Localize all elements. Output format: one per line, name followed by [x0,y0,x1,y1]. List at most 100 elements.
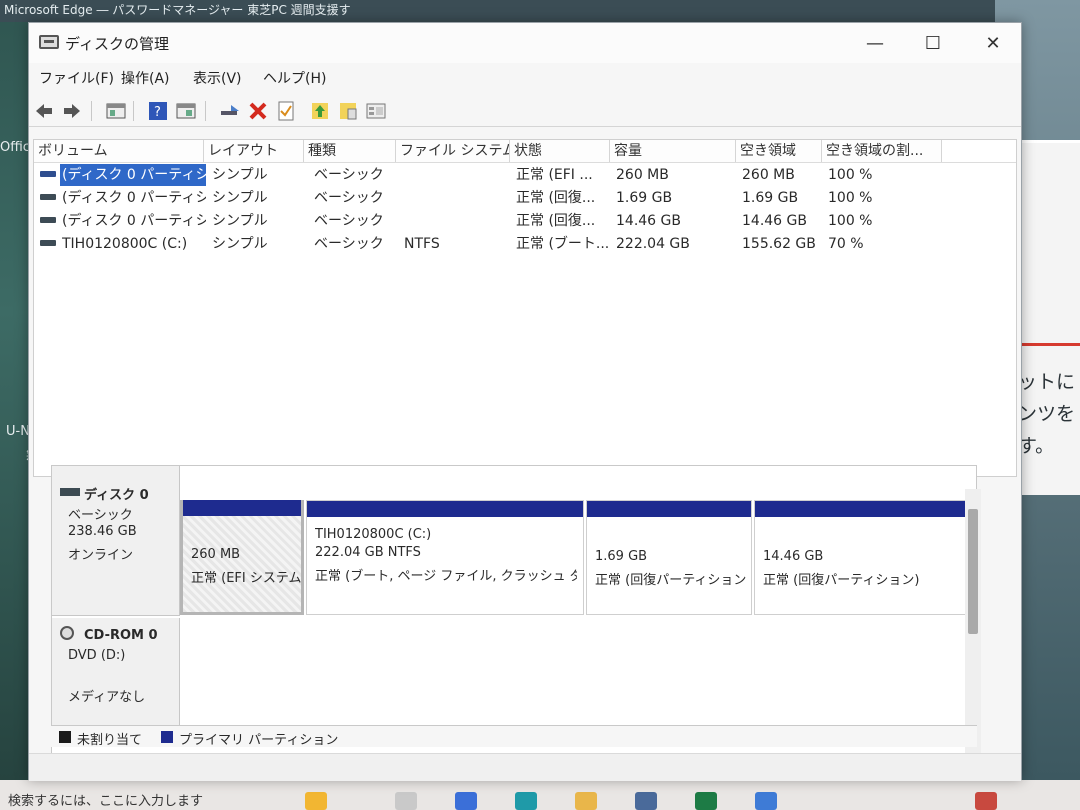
cell-layout: シンプル [212,167,268,183]
disk-0-label[interactable]: ディスク 0 ベーシック 238.46 GB オンライン [52,466,180,616]
cell-type: ベーシック [314,167,384,183]
column-header-free-space[interactable]: 空き領域 [736,140,822,162]
partition-bar [307,501,583,517]
background-window-title: Microsoft Edge ― パスワードマネージャー 東芝PC 週間支援す [0,0,1080,22]
help-icon[interactable]: ? [147,100,169,122]
window-title: ディスクの管理 [65,35,169,53]
scrollbar-thumb[interactable] [968,509,978,634]
taskbar-edge-icon[interactable] [515,792,537,810]
title-bar[interactable]: ディスクの管理 — ☐ ✕ [29,23,1021,63]
taskbar-excel-icon[interactable] [695,792,717,810]
taskbar-explorer-icon[interactable] [575,792,597,810]
taskbar-widget-icon[interactable] [305,792,327,810]
partition-bar [755,501,971,517]
taskbar-news-icon[interactable] [975,792,997,810]
partition-size: 1.69 GB [595,549,648,564]
column-header-volume[interactable]: ボリューム [34,140,204,162]
cell-capacity: 222.04 GB [616,236,690,252]
disk-0-title: ディスク 0 [84,488,149,503]
column-header-free-percent[interactable]: 空き領域の割... [822,140,942,162]
delete-icon[interactable] [247,100,269,122]
console-tree-icon[interactable] [105,100,127,122]
menu-file[interactable]: ファイル(F) [39,68,114,88]
minimize-button[interactable]: — [855,31,895,57]
cell-type: ベーシック [314,213,384,229]
column-header-status[interactable]: 状態 [510,140,610,162]
cell-capacity: 260 MB [616,167,669,183]
taskbar: 検索するには、ここに入力します [0,780,1080,810]
table-row[interactable]: (ディスク 0 パーティショ... シンプル ベーシック 正常 (回復... 1… [34,187,1016,209]
cell-status: 正常 (ブート... [516,236,610,252]
taskbar-mail-icon[interactable] [635,792,657,810]
cell-capacity: 1.69 GB [616,190,673,206]
partition-bar [587,501,751,517]
volume-icon [40,240,56,246]
column-header-filesystem[interactable]: ファイル システム [396,140,510,162]
partition-size: 14.46 GB [763,549,824,564]
cdrom-drive: DVD (D:) [68,648,126,663]
cell-status: 正常 (EFI ... [516,167,593,183]
disk-0-type: ベーシック [68,508,133,523]
table-row[interactable]: (ディスク 0 パーティショ... シンプル ベーシック 正常 (EFI ...… [34,164,1016,186]
partition-size: 260 MB [191,547,241,562]
partition-c-drive[interactable]: TIH0120800C (C:) 222.04 GB NTFS 正常 (ブート,… [306,500,584,615]
partition-label: TIH0120800C (C:) [315,527,432,542]
header-divider [34,162,1016,163]
disk-icon [60,488,80,496]
toolbar-separator [133,101,134,121]
taskbar-copilot-icon[interactable] [455,792,477,810]
cell-type: ベーシック [314,190,384,206]
cell-status: 正常 (回復... [516,190,596,206]
cell-free-space: 1.69 GB [742,190,799,206]
legend-primary: プライマリ パーティション [179,733,339,748]
legend-unallocated: 未割り当て [77,733,143,748]
toolbar-separator [91,101,92,121]
cell-type: ベーシック [314,236,384,252]
cell-layout: シンプル [212,213,268,229]
cell-free-space: 14.46 GB [742,213,807,229]
export-icon[interactable] [337,100,359,122]
toolbar: ? [29,93,1021,127]
cell-volume: (ディスク 0 パーティショ... [62,190,206,206]
connect-icon[interactable] [219,100,241,122]
column-header-type[interactable]: 種類 [304,140,396,162]
partition-bar [183,500,301,516]
legend-swatch-unallocated [59,731,71,743]
status-bar [29,753,1021,781]
column-header-capacity[interactable]: 容量 [610,140,736,162]
disk-management-window: ディスクの管理 — ☐ ✕ ファイル(F) 操作(A) 表示(V) ヘルプ(H)… [28,22,1022,781]
taskbar-app-icon[interactable] [755,792,777,810]
desktop-label: Offic [0,140,30,155]
cell-volume: (ディスク 0 パーティショ... [62,213,206,229]
partition-recovery-1[interactable]: 1.69 GB 正常 (回復パーティション) [586,500,752,615]
legend-swatch-primary [161,731,173,743]
disk-0-size: 238.46 GB [68,524,137,539]
table-row[interactable]: TIH0120800C (C:) シンプル ベーシック NTFS 正常 (ブート… [34,233,1016,255]
maximize-button[interactable]: ☐ [913,31,953,57]
check-icon[interactable] [275,100,297,122]
partition-status: 正常 (回復パーティション) [595,573,747,588]
forward-icon[interactable] [61,100,83,122]
cell-layout: シンプル [212,190,268,206]
menu-view[interactable]: 表示(V) [193,68,242,88]
taskbar-search-box[interactable]: 検索するには、ここに入力します [8,790,203,809]
cdrom-media-status: メディアなし [68,690,146,705]
disk-0-state: オンライン [68,548,134,563]
cell-filesystem: NTFS [404,236,440,252]
volume-icon [40,171,56,177]
close-button[interactable]: ✕ [973,31,1013,57]
column-header-layout[interactable]: レイアウト [204,140,304,162]
properties-icon[interactable] [175,100,197,122]
partition-efi[interactable]: 260 MB 正常 (EFI システム [180,500,304,615]
volume-icon [40,217,56,223]
partition-status: 正常 (EFI システム [191,571,301,586]
taskbar-taskview-icon[interactable] [395,792,417,810]
menu-action[interactable]: 操作(A) [121,68,170,88]
partition-status: 正常 (回復パーティション) [763,573,920,588]
table-row[interactable]: (ディスク 0 パーティショ... シンプル ベーシック 正常 (回復... 1… [34,210,1016,232]
import-icon[interactable] [309,100,331,122]
menu-help[interactable]: ヘルプ(H) [263,68,326,88]
view-icon[interactable] [365,100,387,122]
partition-recovery-2[interactable]: 14.46 GB 正常 (回復パーティション) [754,500,972,615]
back-icon[interactable] [33,100,55,122]
